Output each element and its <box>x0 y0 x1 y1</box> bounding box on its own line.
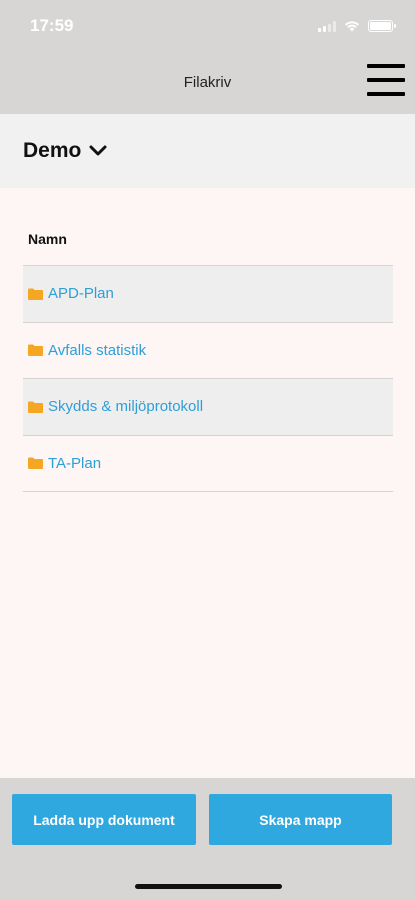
page-title: Filakriv <box>183 74 232 91</box>
folder-name[interactable]: Avfalls statistik <box>48 342 146 359</box>
hamburger-menu-icon[interactable] <box>365 62 407 98</box>
folder-icon <box>28 457 43 470</box>
battery-icon <box>368 20 396 32</box>
status-icons <box>318 20 396 32</box>
folder-icon <box>28 344 43 357</box>
nav-bar: Filakriv <box>0 50 415 114</box>
project-name: Demo <box>23 139 82 162</box>
wifi-icon <box>345 21 359 32</box>
folder-name[interactable]: TA-Plan <box>48 455 101 472</box>
folder-icon <box>28 288 43 300</box>
status-time: 17:59 <box>30 16 74 35</box>
folder-icon <box>28 401 43 413</box>
file-browser: Namn APD-Plan Avfalls statistik Skydds &… <box>0 188 415 778</box>
folder-name[interactable]: APD-Plan <box>48 285 114 302</box>
footer-bar: Ladda upp dokument Skapa mapp <box>0 778 415 900</box>
chevron-down-icon <box>89 145 107 156</box>
project-selector[interactable]: Demo <box>0 114 415 188</box>
upload-document-button[interactable]: Ladda upp dokument <box>12 794 196 845</box>
file-list: APD-Plan Avfalls statistik Skydds & milj… <box>23 265 393 492</box>
home-indicator[interactable] <box>135 884 282 889</box>
status-bar: 17:59 <box>0 0 415 50</box>
column-header-name[interactable]: Namn <box>28 231 67 247</box>
folder-name[interactable]: Skydds & miljöprotokoll <box>48 398 203 415</box>
folder-row[interactable]: TA-Plan <box>23 436 393 492</box>
folder-row[interactable]: Avfalls statistik <box>23 323 393 379</box>
create-folder-button[interactable]: Skapa mapp <box>209 794 392 845</box>
signal-icon <box>318 20 336 32</box>
folder-row[interactable]: Skydds & miljöprotokoll <box>23 379 393 436</box>
folder-row[interactable]: APD-Plan <box>23 266 393 323</box>
